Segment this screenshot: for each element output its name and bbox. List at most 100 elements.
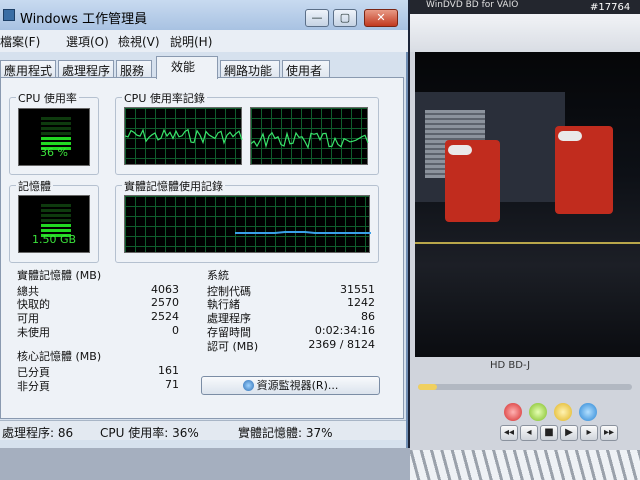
tab-users[interactable]: 使用者: [282, 60, 330, 78]
scene-forklift-right: [555, 126, 613, 214]
physical-memory-cached: 快取的 2570: [17, 296, 179, 311]
blue-button[interactable]: [579, 403, 597, 421]
status-processes: 處理程序: 86: [2, 426, 74, 440]
meter-bar: [41, 117, 71, 120]
format-badges: HD BD-J: [490, 360, 531, 371]
menu-view[interactable]: 檢視(V): [118, 33, 160, 50]
tab-performance[interactable]: 效能: [156, 56, 218, 79]
previous-button[interactable]: ◂: [520, 425, 538, 441]
memory-history-group: 實體記憶體使用記錄: [115, 178, 379, 263]
tab-services[interactable]: 服務: [116, 60, 152, 78]
cpu-history-group: CPU 使用率記錄: [115, 90, 379, 175]
meter-bar: [41, 219, 71, 222]
window-title: Windows 工作管理員: [20, 12, 148, 27]
memory-label: 記憶體: [16, 178, 53, 194]
tab-applications[interactable]: 應用程式: [0, 60, 56, 78]
scene-forklift-left: [445, 140, 500, 222]
memory-history-label: 實體記憶體使用記錄: [122, 178, 225, 194]
meter-bar: [41, 214, 71, 217]
menu-file[interactable]: 檔案(F): [0, 33, 40, 50]
stat-value: 86: [361, 310, 375, 323]
cpu-history-label: CPU 使用率記錄: [122, 90, 207, 106]
yellow-button[interactable]: [554, 403, 572, 421]
menu-help[interactable]: 說明(H): [170, 33, 212, 50]
rewind-button[interactable]: ◂◂: [500, 425, 518, 441]
meter-bar: [41, 137, 71, 140]
stat-value: 2524: [151, 310, 179, 323]
cpu-usage-value: 36 %: [40, 146, 68, 159]
play-button[interactable]: ▶: [560, 425, 578, 441]
kernel-memory-paged: 已分頁 161: [17, 364, 179, 379]
meter-bar: [41, 229, 71, 232]
physical-memory-title: 實體記憶體 (MB): [17, 269, 102, 282]
physical-memory-total: 總共 4063: [17, 283, 179, 298]
seek-bar-progress: [418, 384, 438, 390]
meter-bar: [41, 142, 71, 145]
stat-value: 1242: [347, 296, 375, 309]
system-handles: 控制代碼 31551: [207, 283, 375, 298]
player-toolbar: [410, 14, 640, 52]
system-processes: 處理程序 86: [207, 310, 375, 325]
status-bar: 處理程序: 86 CPU 使用率: 36% 實體記憶體: 37%: [0, 420, 406, 440]
stat-value: 0:02:34:16: [314, 324, 375, 337]
meter-bar: [41, 209, 71, 212]
performance-panel: CPU 使用率 36 % CPU 使用率記錄 記憶體 1.50 GB 實體記憶體…: [0, 77, 404, 419]
physical-memory-free: 未使用 0: [17, 324, 179, 339]
task-manager-icon: [3, 9, 15, 21]
desktop-background-strip: [0, 448, 410, 480]
green-button[interactable]: [529, 403, 547, 421]
cpu-usage-label: CPU 使用率: [16, 90, 79, 106]
cpu-usage-group: CPU 使用率 36 %: [9, 90, 99, 175]
cpu-history-line-core-1: [125, 128, 243, 145]
stat-value: 71: [165, 378, 179, 391]
menu-bar: 檔案(F) 選項(O) 檢視(V) 說明(H): [0, 30, 408, 52]
system-threads: 執行緒 1242: [207, 296, 375, 311]
next-button[interactable]: ▸: [580, 425, 598, 441]
kernel-memory-title: 核心記憶體 (MB): [17, 350, 102, 363]
meter-bar: [41, 122, 71, 125]
meter-bar: [41, 204, 71, 207]
stat-value: 2369 / 8124: [308, 338, 375, 351]
stat-key: 認可 (MB): [207, 340, 259, 353]
system-uptime: 存留時間 0:02:34:16: [207, 324, 375, 339]
resource-monitor-button[interactable]: 資源監視器(R)...: [201, 376, 380, 395]
scene-forklift-face: [448, 145, 472, 155]
seek-bar[interactable]: [418, 384, 632, 390]
tab-strip: 應用程式 處理程序 服務 效能 網路功能 使用者: [0, 56, 408, 79]
stat-value: 4063: [151, 283, 179, 296]
stat-value: 2570: [151, 296, 179, 309]
memory-meter: 1.50 GB: [18, 195, 90, 253]
resource-monitor-icon: [242, 380, 254, 391]
scene-road-line: [415, 242, 640, 244]
playback-controls: ◂◂ ◂ ■ ▶ ▸ ▸▸: [500, 425, 620, 443]
stat-value: 161: [158, 364, 179, 377]
stop-button[interactable]: ■: [540, 425, 558, 441]
tab-processes[interactable]: 處理程序: [58, 60, 114, 78]
physical-memory-available: 可用 2524: [17, 310, 179, 325]
tab-networking[interactable]: 網路功能: [220, 60, 280, 78]
maximize-button[interactable]: ▢: [333, 9, 357, 27]
cpu-history-graph-core-1: [124, 107, 243, 165]
video-player-window: WinDVD BD for VAIO HD BD-J ◂◂ ◂ ■ ▶ ▸ ▸▸: [410, 0, 640, 480]
player-decoration: [410, 450, 640, 480]
scene-forklift-face: [558, 131, 582, 141]
status-cpu: CPU 使用率: 36%: [100, 426, 199, 440]
cpu-usage-meter: 36 %: [18, 108, 90, 166]
stat-value: 31551: [340, 283, 375, 296]
stat-key: 未使用: [17, 326, 50, 339]
resource-monitor-label: 資源監視器(R)...: [256, 379, 339, 392]
fast-forward-button[interactable]: ▸▸: [600, 425, 618, 441]
title-bar[interactable]: Windows 工作管理員 — ▢ ✕: [0, 0, 408, 30]
meter-bar: [41, 132, 71, 135]
memory-history-graph: [124, 195, 371, 253]
close-button[interactable]: ✕: [364, 9, 398, 27]
red-button[interactable]: [504, 403, 522, 421]
meter-bar: [41, 127, 71, 130]
cpu-history-line-core-2: [251, 131, 369, 150]
watermark: #17764: [590, 2, 631, 13]
menu-options[interactable]: 選項(O): [66, 33, 109, 50]
task-manager-window: Windows 工作管理員 — ▢ ✕ 檔案(F) 選項(O) 檢視(V) 說明…: [0, 0, 408, 448]
video-frame[interactable]: [415, 52, 640, 357]
minimize-button[interactable]: —: [305, 9, 329, 27]
cpu-history-graph-core-2: [250, 107, 369, 165]
